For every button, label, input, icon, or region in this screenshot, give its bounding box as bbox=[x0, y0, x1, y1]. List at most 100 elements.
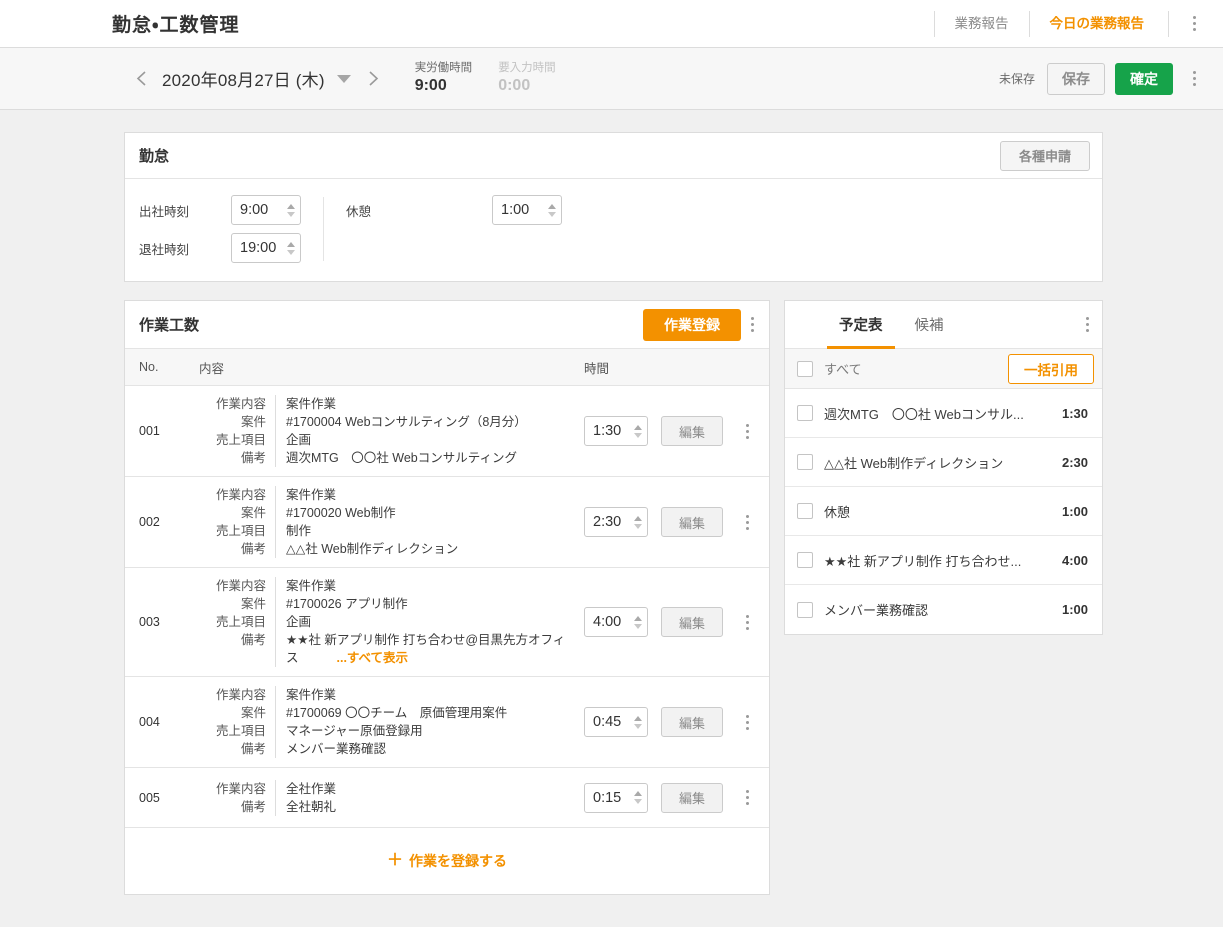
spinner-up-icon[interactable] bbox=[634, 715, 642, 721]
top-header-bar: 勤怠・工数管理 業務報告 今日の業務報告 bbox=[0, 0, 1223, 48]
task-label: 作業内容 bbox=[215, 688, 266, 702]
row-time-stepper[interactable] bbox=[584, 607, 648, 637]
project-label: 案件 bbox=[240, 506, 266, 520]
kebab-menu-icon[interactable] bbox=[736, 709, 758, 735]
break-stepper[interactable] bbox=[492, 195, 562, 225]
metric-actual-work-hours: 実労働時間 9:00 bbox=[415, 62, 473, 96]
nav-item-today-business-report[interactable]: 今日の業務報告 bbox=[1028, 10, 1165, 37]
list-item[interactable]: メンバー業務確認 1:00 bbox=[785, 585, 1102, 634]
row-time-stepper[interactable] bbox=[584, 416, 648, 446]
spinner-up-icon[interactable] bbox=[548, 203, 556, 209]
spinner-up-icon[interactable] bbox=[287, 241, 295, 247]
schedule-item-checkbox[interactable] bbox=[797, 503, 813, 519]
project-label: 案件 bbox=[240, 706, 266, 720]
kebab-menu-icon[interactable] bbox=[741, 312, 763, 338]
clock-out-row: 退社時刻 bbox=[139, 233, 301, 263]
note-value: 週次MTG 〇〇社 Webコンサルティング bbox=[275, 449, 578, 467]
schedule-item-checkbox[interactable] bbox=[797, 454, 813, 470]
spinner-down-icon[interactable] bbox=[634, 432, 642, 438]
schedule-item-checkbox[interactable] bbox=[797, 405, 813, 421]
spinner-down-icon[interactable] bbox=[287, 249, 295, 255]
tab-schedule[interactable]: 予定表 bbox=[823, 301, 899, 349]
list-item[interactable]: ★★社 新アプリ制作 打ち合わせ... 4:00 bbox=[785, 536, 1102, 585]
kebab-menu-icon[interactable] bbox=[736, 609, 758, 635]
task-label: 作業内容 bbox=[215, 488, 266, 502]
bulk-quote-button[interactable]: 一括引用 bbox=[1008, 353, 1094, 384]
row-time-stepper[interactable] bbox=[584, 507, 648, 537]
edit-button[interactable]: 編集 bbox=[661, 707, 723, 737]
edit-button[interactable]: 編集 bbox=[661, 416, 723, 446]
nav-item-business-report[interactable]: 業務報告 bbox=[933, 10, 1029, 37]
task-value: 案件作業 bbox=[275, 577, 578, 595]
schedule-item-list: 週次MTG 〇〇社 Webコンサル... 1:30 △△社 Web制作ディレクション… bbox=[785, 389, 1102, 634]
list-item[interactable]: 休憩 1:00 bbox=[785, 487, 1102, 536]
row-content: 作業内容 案件作業 案件 #1700069 〇〇チーム 原価管理用案件 売上項目 マネージ… bbox=[199, 686, 584, 758]
edit-button[interactable]: 編集 bbox=[661, 782, 723, 813]
clock-in-stepper[interactable] bbox=[231, 195, 301, 225]
list-item[interactable]: △△社 Web制作ディレクション 2:30 bbox=[785, 438, 1102, 487]
row-time-spinner-arrows[interactable] bbox=[634, 508, 642, 536]
kebab-menu-icon[interactable] bbox=[1183, 66, 1205, 92]
sales-item-field: 売上項目 企画 bbox=[199, 431, 578, 449]
caret-down-icon[interactable] bbox=[336, 74, 351, 83]
project-field: 案件 #1700020 Web制作 bbox=[199, 504, 578, 522]
break-spinner-arrows[interactable] bbox=[548, 196, 556, 224]
show-all-link[interactable]: ...すべて表示 bbox=[337, 651, 409, 665]
select-all-checkbox[interactable] bbox=[797, 360, 813, 377]
clock-in-spinner-arrows[interactable] bbox=[287, 196, 295, 224]
tab-candidates[interactable]: 候補 bbox=[899, 301, 960, 348]
save-button[interactable]: 保存 bbox=[1047, 62, 1105, 95]
spinner-up-icon[interactable] bbox=[634, 515, 642, 521]
spinner-up-icon[interactable] bbox=[634, 615, 642, 621]
schedule-item-label: ★★社 新アプリ制作 打ち合わせ... bbox=[824, 553, 1022, 569]
note-field: 備考 ★★社 新アプリ制作 打ち合わせ@目黒先方オフィス ...すべて表示 bbox=[199, 631, 578, 667]
note-label: 備考 bbox=[240, 542, 266, 556]
spinner-down-icon[interactable] bbox=[634, 623, 642, 629]
worklog-title: 作業工数 bbox=[139, 317, 200, 334]
spinner-up-icon[interactable] bbox=[634, 791, 642, 796]
confirm-button[interactable]: 確定 bbox=[1115, 62, 1173, 95]
kebab-menu-icon[interactable] bbox=[1183, 11, 1205, 37]
spinner-down-icon[interactable] bbox=[634, 523, 642, 529]
row-time-stepper[interactable] bbox=[584, 782, 648, 813]
spinner-up-icon[interactable] bbox=[634, 424, 642, 430]
row-time-spinner-arrows[interactable] bbox=[634, 608, 642, 636]
spinner-down-icon[interactable] bbox=[634, 723, 642, 729]
kebab-menu-icon[interactable] bbox=[736, 785, 758, 811]
schedule-item-label: 休憩 bbox=[824, 504, 851, 520]
row-time-spinner-arrows[interactable] bbox=[634, 417, 642, 445]
row-number: 004 bbox=[139, 715, 160, 729]
row-time-spinner-arrows[interactable] bbox=[634, 784, 642, 812]
note-value: メンバー業務確認 bbox=[275, 740, 578, 758]
spinner-up-icon[interactable] bbox=[287, 203, 295, 209]
register-task-button[interactable]: 作業登録 bbox=[643, 308, 741, 341]
project-label: 案件 bbox=[240, 415, 266, 429]
chevron-right-icon[interactable] bbox=[359, 64, 389, 94]
various-applications-button[interactable]: 各種申請 bbox=[1000, 140, 1090, 171]
list-item[interactable]: 週次MTG 〇〇社 Webコンサル... 1:30 bbox=[785, 389, 1102, 438]
kebab-menu-icon[interactable] bbox=[1076, 312, 1098, 338]
clock-out-spinner-arrows[interactable] bbox=[287, 234, 295, 262]
row-number: 002 bbox=[139, 515, 160, 529]
kebab-menu-icon[interactable] bbox=[736, 418, 758, 444]
edit-button[interactable]: 編集 bbox=[661, 607, 723, 637]
edit-button[interactable]: 編集 bbox=[661, 507, 723, 537]
schedule-menu-wrap bbox=[1076, 301, 1098, 348]
column-header-content: 内容 bbox=[199, 361, 225, 376]
note-label: 備考 bbox=[240, 633, 266, 647]
task-value: 案件作業 bbox=[275, 486, 578, 504]
current-date-label[interactable]: 2020年08月27日 (木) bbox=[162, 66, 325, 91]
kebab-menu-icon[interactable] bbox=[736, 509, 758, 535]
clock-out-stepper[interactable] bbox=[231, 233, 301, 263]
add-task-row: ＋ 作業を登録する bbox=[125, 828, 769, 894]
row-time-spinner-arrows[interactable] bbox=[634, 708, 642, 736]
spinner-down-icon[interactable] bbox=[287, 211, 295, 217]
schedule-item-checkbox[interactable] bbox=[797, 552, 813, 568]
spinner-down-icon[interactable] bbox=[548, 211, 556, 217]
add-task-link[interactable]: ＋ 作業を登録する bbox=[387, 851, 507, 871]
attendance-divider bbox=[323, 197, 324, 261]
row-time-stepper[interactable] bbox=[584, 707, 648, 737]
spinner-down-icon[interactable] bbox=[634, 799, 642, 804]
chevron-left-icon[interactable] bbox=[126, 64, 156, 94]
schedule-item-checkbox[interactable] bbox=[797, 601, 813, 618]
